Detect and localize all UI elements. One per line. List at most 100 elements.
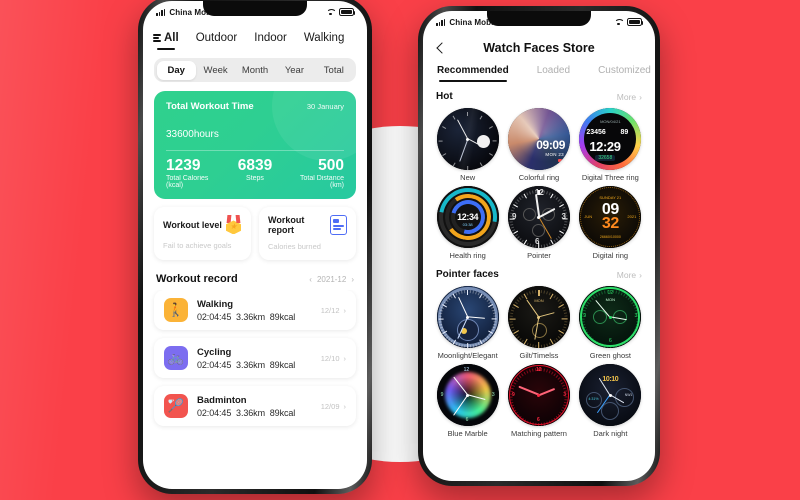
watch-face-preview[interactable]: [436, 108, 499, 170]
record-date: 12/12: [320, 305, 340, 315]
watch-face-preview[interactable]: 12 3 6 9: [507, 364, 570, 426]
watch-face-item[interactable]: 12 3 6 9 Blue Marble: [434, 364, 501, 438]
watch-face-label: Health ring: [449, 251, 486, 260]
record-calories: 89kcal: [269, 359, 296, 370]
record-distance: 3.36km: [236, 407, 265, 418]
watch-face-label: Gilt/Timelss: [519, 351, 559, 360]
watch-face-item[interactable]: MON Gilt/Timelss: [505, 286, 572, 360]
battery-icon: [339, 8, 356, 16]
page-title: Watch Faces Store: [483, 41, 595, 55]
tab-outdoor[interactable]: Outdoor: [196, 29, 238, 47]
stat-calories-label: Total Calories (kcal): [166, 175, 209, 190]
record-metrics: 02:04:45 3.36km 89kcal: [197, 408, 312, 418]
watch-face-grid: New 09:09 MON 23 Colorful ring MON/04/21 2345…: [434, 108, 644, 260]
workout-record-list[interactable]: 🚶 Walking 02:04:45 3.36km 89kcal 12/12 › 🚲 Cyc…: [143, 290, 367, 489]
back-icon[interactable]: [434, 42, 446, 54]
segment-month[interactable]: Month: [235, 61, 274, 80]
watch-face-item[interactable]: MON/04/21 23456 89 12:29 32658 Digital Three …: [577, 108, 644, 182]
wifi-icon: [614, 19, 623, 26]
prev-month-button[interactable]: ‹: [309, 275, 312, 284]
clock-hub: [466, 315, 470, 319]
summary-card[interactable]: Total Workout Time 30 January 33600hours…: [154, 91, 356, 200]
record-text: Cycling 02:04:45 3.36km 89kcal: [197, 347, 312, 370]
segment-week[interactable]: Week: [196, 61, 235, 80]
next-month-button[interactable]: ›: [351, 275, 354, 284]
tab-indoor[interactable]: Indoor: [254, 29, 287, 47]
watch-face-preview[interactable]: [436, 286, 499, 348]
watch-face-grid: Moonlight/Elegant MON Gilt/Timelss 12 3 6 9 MON…: [434, 286, 644, 438]
watch-face-item[interactable]: 09:09 MON 23 Colorful ring: [505, 108, 572, 182]
workout-level-card[interactable]: Workout level Fail to achieve goals: [154, 207, 251, 261]
segment-total[interactable]: Total: [314, 61, 353, 80]
stat-calories: 1239 Total Calories (kcal): [166, 157, 225, 189]
tab-all-label: All: [164, 32, 179, 44]
stat-steps: 6839 Steps: [225, 157, 284, 189]
watch-face-preview[interactable]: 12:34 03:38: [436, 186, 499, 248]
tab-loaded[interactable]: Loaded: [537, 65, 570, 82]
month-navigator: ‹ 2021-12 ›: [309, 275, 354, 284]
record-date: 12/09: [320, 401, 340, 411]
section-header: Pointer faces More ›: [436, 269, 642, 280]
workout-level-header: Workout level: [163, 215, 242, 235]
watch-faces-body[interactable]: Hot More › New 09:09 MON 23 Colorful ring MON/0…: [423, 82, 655, 481]
workout-record-item[interactable]: 🚶 Walking 02:04:45 3.36km 89kcal 12/12 ›: [154, 290, 356, 331]
watch-face-label: Digital Three ring: [581, 173, 639, 182]
watch-face-preview[interactable]: 12 3 6 9 MON: [579, 286, 642, 348]
summary-number: 33600: [166, 129, 194, 140]
summary-value: 33600hours: [166, 113, 344, 143]
more-label: More: [616, 91, 637, 102]
tab-walking[interactable]: Walking: [304, 29, 344, 47]
watch-face-item[interactable]: New: [434, 108, 501, 182]
workout-record-item[interactable]: 🚲 Cycling 02:04:45 3.36km 89kcal 12/10 ›: [154, 338, 356, 379]
stat-distance-value: 500: [318, 157, 344, 175]
clock-hub: [608, 393, 612, 397]
watch-face-preview[interactable]: MON: [507, 286, 570, 348]
clock-hub: [466, 393, 470, 397]
workout-report-card[interactable]: Workout report Calories burned: [259, 207, 356, 261]
face-time: 09:09: [536, 138, 565, 152]
watch-face-preview[interactable]: 12 3 6 9: [507, 186, 570, 248]
watch-face-label: New: [460, 173, 476, 182]
watch-face-item[interactable]: 12 3 6 9 Matching pattern: [505, 364, 572, 438]
segment-year[interactable]: Year: [275, 61, 314, 80]
tab-customized[interactable]: Customized: [598, 65, 651, 82]
battery-icon: [627, 18, 644, 26]
record-text: Badminton 02:04:45 3.36km 89kcal: [197, 395, 312, 418]
category-tabs: All Outdoor Indoor Walking: [143, 23, 367, 50]
workout-level-sub: Fail to achieve goals: [163, 241, 232, 251]
activity-icon: 🏸: [164, 394, 188, 419]
tab-recommended[interactable]: Recommended: [437, 65, 509, 82]
watch-face-label: Green ghost: [589, 351, 631, 360]
watch-face-preview[interactable]: MON/04/21 23456 89 12:29 32658: [579, 108, 642, 170]
watch-face-preview[interactable]: SUNDAY 21 09 32 26660/10000 JUN 2021: [579, 186, 642, 248]
watch-face-label: Pointer: [527, 251, 551, 260]
tab-all[interactable]: All: [153, 29, 179, 50]
chevron-right-icon: ›: [343, 353, 347, 363]
workout-record-item[interactable]: 🏸 Badminton 02:04:45 3.36km 89kcal 12/09 ›: [154, 386, 356, 427]
chevron-right-icon: ›: [343, 401, 347, 411]
period-segmented-control: Day Week Month Year Total: [154, 58, 356, 82]
summary-title: Total Workout Time: [166, 101, 254, 112]
watch-face-item[interactable]: 12 3 6 9 MON Green ghost: [577, 286, 644, 360]
watch-face-item[interactable]: 12 3 6 9 Pointer: [505, 186, 572, 260]
watch-face-item[interactable]: Moonlight/Elegant: [434, 286, 501, 360]
watch-face-item[interactable]: SUNDAY 21 09 32 26660/10000 JUN 2021 Digital r…: [577, 186, 644, 260]
watch-face-preview[interactable]: 09:09 MON 23: [507, 108, 570, 170]
watch-face-preview[interactable]: 10:10 4:31% NW1: [579, 364, 642, 426]
workout-record-title: Workout record: [156, 273, 238, 286]
record-date-group: 12/12 ›: [321, 306, 346, 315]
workout-report-title: Workout report: [268, 215, 305, 236]
record-calories: 89kcal: [269, 311, 296, 322]
watch-face-preview[interactable]: 12 3 6 9: [436, 364, 499, 426]
section-more-button[interactable]: More ›: [617, 92, 642, 102]
segment-day[interactable]: Day: [156, 60, 196, 80]
notch-left: [203, 1, 307, 16]
watch-face-item[interactable]: 12:34 03:38 Health ring: [434, 186, 501, 260]
section-more-button[interactable]: More ›: [617, 270, 642, 280]
stat-distance-label: Total Distance (km): [300, 175, 344, 190]
watch-face-item[interactable]: 10:10 4:31% NW1 Dark night: [577, 364, 644, 438]
record-distance: 3.36km: [236, 359, 265, 370]
activity-icon: 🚲: [164, 346, 188, 371]
record-name: Walking: [197, 298, 234, 310]
summary-card-header: Total Workout Time 30 January: [166, 101, 344, 112]
